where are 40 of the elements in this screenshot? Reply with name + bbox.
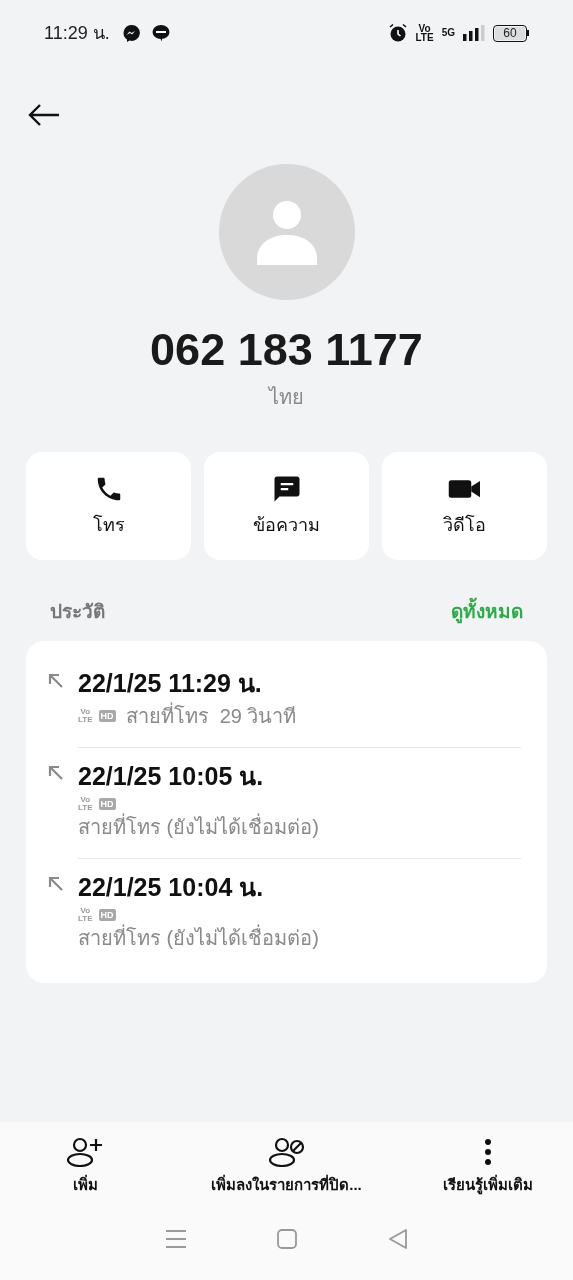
menu-icon[interactable] [165, 1228, 188, 1249]
outgoing-call-icon [48, 875, 64, 892]
video-button[interactable]: วิดีโอ [382, 452, 547, 560]
status-time: 11:29 น. [44, 21, 110, 45]
network-type-label: 5G [441, 28, 455, 38]
call-datetime: 22/1/25 10:04 น. [78, 871, 265, 903]
add-person-icon [67, 1137, 103, 1167]
signal-icon [463, 25, 485, 41]
call-detail: สายที่โทร (ยังไม่ได้เชื่อมต่อ) [78, 812, 320, 840]
add-action[interactable]: เพิ่ม [0, 1136, 170, 1197]
more-action[interactable]: เรียนรู้เพิ่มเติม [403, 1136, 573, 1197]
call-datetime: 22/1/25 11:29 น. [78, 667, 263, 699]
call-detail: สายที่โทร (ยังไม่ได้เชื่อมต่อ) [78, 923, 320, 951]
volte-label: Vo LTE [78, 906, 93, 923]
person-icon [256, 199, 317, 265]
history-heading: ประวัติ [50, 600, 105, 624]
call-button[interactable]: โทร [26, 452, 191, 560]
hd-badge: HD [98, 797, 116, 810]
block-person-icon [268, 1137, 305, 1167]
home-square-icon[interactable] [277, 1228, 298, 1249]
more-options-icon[interactable] [484, 1138, 492, 1166]
call-detail: สายที่โทร 29 วินาที [125, 701, 297, 729]
alarm-icon [387, 23, 408, 43]
chat-bubble-icon [151, 24, 170, 42]
phone-number: 062 183 1177 [150, 323, 423, 377]
outgoing-call-icon [48, 764, 64, 781]
call-datetime: 22/1/25 10:05 น. [78, 760, 265, 792]
hd-badge: HD [98, 709, 116, 722]
location-label: ไทย [269, 385, 304, 410]
volte-label: Vo LTE [78, 795, 93, 812]
messenger-icon [121, 24, 140, 42]
outgoing-call-icon [48, 672, 64, 689]
back-triangle-icon[interactable] [387, 1228, 408, 1249]
volte-icon: Vo LTE [415, 24, 434, 42]
message-button[interactable]: ข้อความ [204, 452, 369, 560]
battery-icon: 60 [493, 24, 529, 42]
back-arrow-icon[interactable] [28, 103, 60, 127]
block-action[interactable]: เพิ่มลงในรายการที่ปิด... [170, 1136, 403, 1197]
volte-label: Vo LTE [78, 707, 93, 724]
hd-badge: HD [98, 908, 116, 921]
